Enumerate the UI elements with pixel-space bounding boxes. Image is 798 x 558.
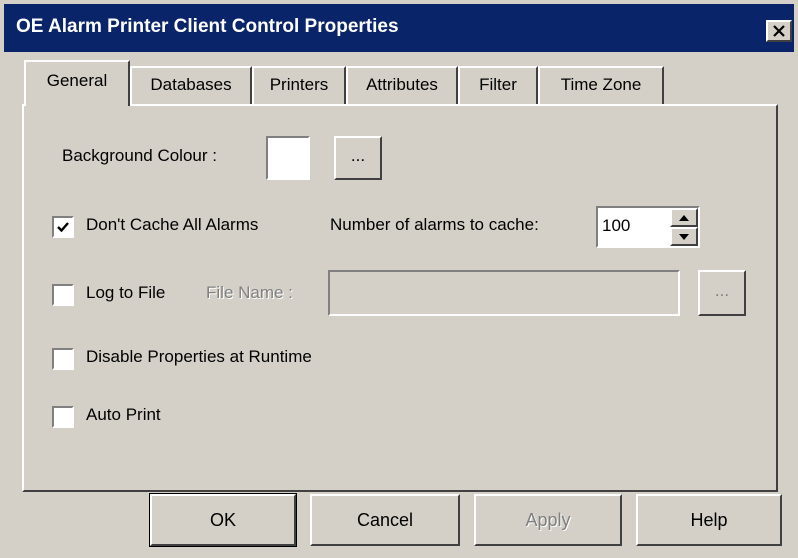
tab-filter-label: Filter <box>479 75 517 94</box>
checkmark-icon <box>57 222 69 233</box>
tab-time-zone-label: Time Zone <box>560 75 642 94</box>
auto-print-label: Auto Print <box>86 405 161 424</box>
apply-button[interactable]: Apply <box>474 494 622 546</box>
apply-button-label: Apply <box>525 510 571 530</box>
close-button[interactable] <box>766 20 792 42</box>
tab-attributes-label: Attributes <box>366 75 438 94</box>
tab-general-label: General <box>46 71 108 90</box>
dont-cache-label: Don't Cache All Alarms <box>86 215 259 234</box>
file-browse-button[interactable]: ... <box>698 270 746 316</box>
background-colour-browse-button[interactable]: ... <box>334 136 382 180</box>
title-bar[interactable]: OE Alarm Printer Client Control Properti… <box>4 4 794 52</box>
stepper-up-button[interactable] <box>670 208 698 227</box>
background-colour-browse-label: ... <box>350 146 366 165</box>
ok-button[interactable]: OK <box>149 493 297 547</box>
file-browse-label: ... <box>714 281 730 300</box>
arrow-up-icon <box>679 215 689 221</box>
tab-time-zone[interactable]: Time Zone <box>538 66 664 104</box>
dont-cache-checkbox[interactable] <box>52 216 74 238</box>
log-to-file-label: Log to File <box>86 283 166 302</box>
stepper-down-button[interactable] <box>670 227 698 246</box>
tab-printers[interactable]: Printers <box>252 66 346 104</box>
num-alarms-label: Number of alarms to cache: <box>330 215 539 234</box>
background-colour-swatch[interactable] <box>266 136 310 180</box>
tab-attributes[interactable]: Attributes <box>346 66 458 104</box>
help-button[interactable]: Help <box>636 494 782 546</box>
tab-databases-label: Databases <box>150 75 232 94</box>
general-tab-panel: Background Colour : ... Don't Cache All … <box>22 104 778 492</box>
ok-button-label: OK <box>209 510 236 530</box>
disable-properties-label: Disable Properties at Runtime <box>86 347 312 366</box>
window-title: OE Alarm Printer Client Control Properti… <box>16 16 399 37</box>
properties-dialog: OE Alarm Printer Client Control Properti… <box>0 0 798 558</box>
disable-properties-checkbox[interactable] <box>52 348 74 370</box>
num-alarms-input[interactable]: 100 <box>596 206 700 248</box>
tab-databases[interactable]: Databases <box>130 66 252 104</box>
log-to-file-checkbox[interactable] <box>52 284 74 306</box>
background-colour-label: Background Colour : <box>62 146 217 165</box>
close-icon <box>773 25 785 37</box>
file-name-input[interactable] <box>328 270 680 316</box>
tab-general[interactable]: General <box>24 60 130 106</box>
tab-printers-label: Printers <box>269 75 329 94</box>
auto-print-checkbox[interactable] <box>52 406 74 428</box>
arrow-down-icon <box>679 234 689 240</box>
file-name-label: File Name : <box>206 283 293 302</box>
cancel-button[interactable]: Cancel <box>310 494 460 546</box>
help-button-label: Help <box>690 510 728 530</box>
num-alarms-value: 100 <box>602 216 631 235</box>
tab-filter[interactable]: Filter <box>458 66 538 104</box>
cancel-button-label: Cancel <box>356 510 414 530</box>
num-alarms-stepper[interactable] <box>670 208 698 246</box>
